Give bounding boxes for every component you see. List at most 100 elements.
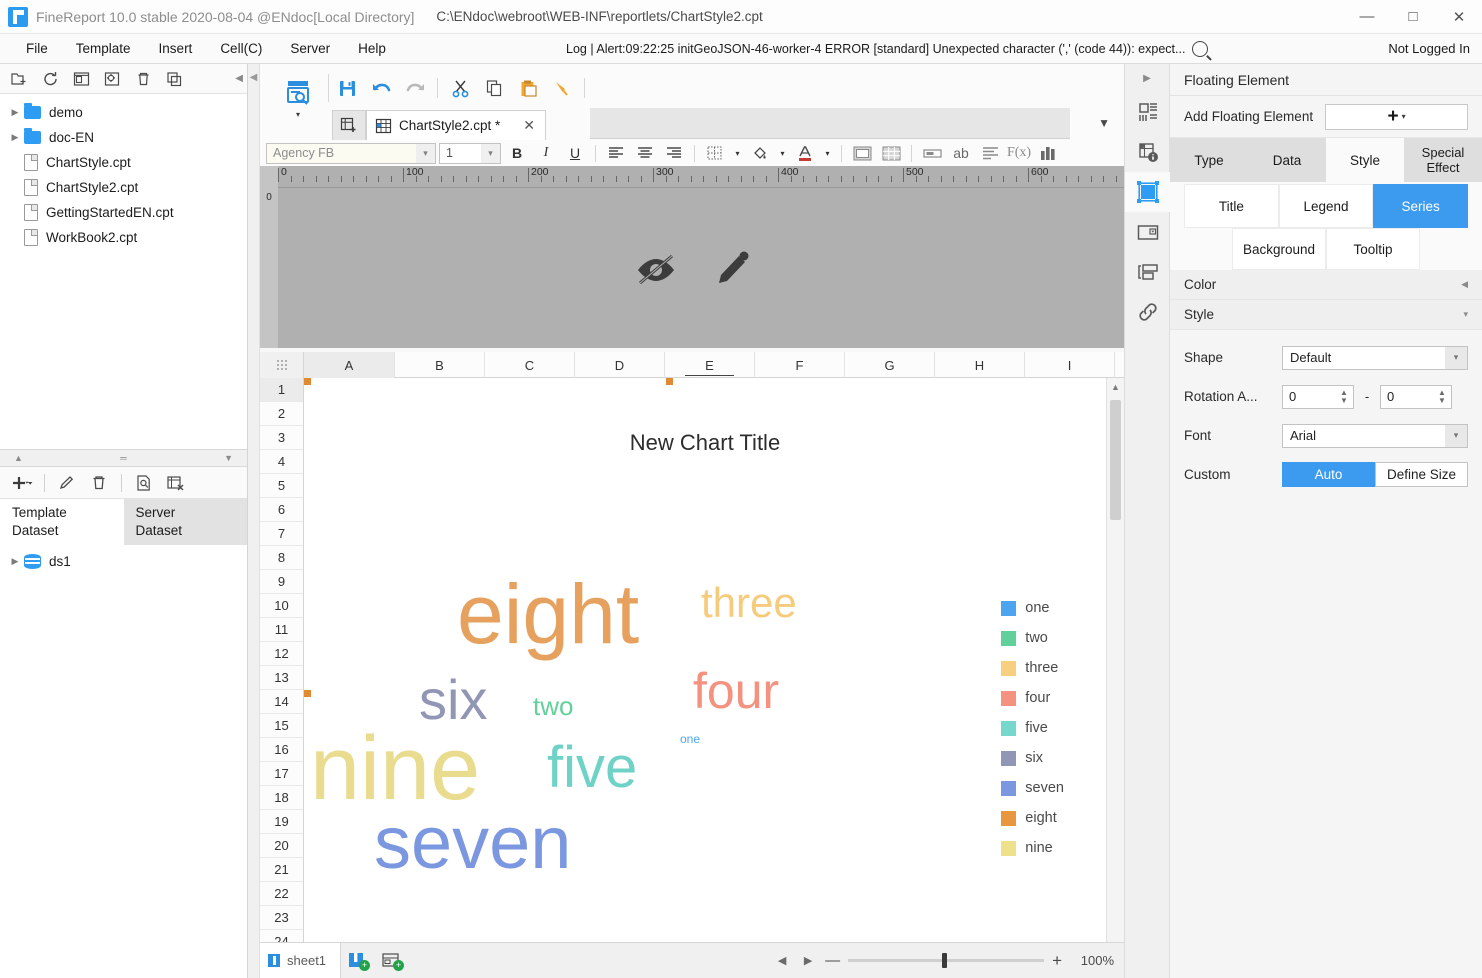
add-sheet-icon[interactable]: +	[341, 943, 375, 978]
tab-type[interactable]: Type	[1170, 138, 1248, 182]
row-header-22[interactable]: 22	[260, 882, 303, 906]
report-icon[interactable]	[68, 67, 94, 91]
delete-icon[interactable]	[85, 470, 113, 496]
legend-item[interactable]: three	[1001, 653, 1064, 683]
chevron-down-icon[interactable]: ▾	[481, 143, 500, 163]
font-color-icon[interactable]	[792, 142, 818, 164]
preview-icon[interactable]	[130, 470, 158, 496]
legend-item[interactable]: four	[1001, 683, 1064, 713]
row-header-8[interactable]: 8	[260, 546, 303, 570]
tab-server-dataset[interactable]: Server Dataset	[123, 499, 247, 545]
column-header-i[interactable]: I	[1025, 352, 1115, 378]
column-header-g[interactable]: G	[845, 352, 935, 378]
section-style[interactable]: Style ▾	[1170, 300, 1482, 330]
row-header-4[interactable]: 4	[260, 450, 303, 474]
align-left-icon[interactable]	[603, 142, 629, 164]
zoom-out-button[interactable]: —	[825, 952, 840, 969]
row-header-3[interactable]: 3	[260, 426, 303, 450]
tab-template-dataset[interactable]: Template Dataset	[0, 499, 124, 545]
expand-rail-arrow-icon[interactable]: ▶	[1125, 64, 1169, 92]
splitter-up-arrow-icon[interactable]: ▲	[14, 453, 23, 463]
font-select[interactable]: Arial ▾	[1282, 423, 1468, 448]
custom-auto-button[interactable]: Auto	[1282, 462, 1375, 487]
collapse-arrow-icon[interactable]: ▾	[1463, 309, 1468, 320]
chart-canvas[interactable]: New Chart Title eight three four six two one n…	[304, 378, 1106, 974]
tree-item-demo[interactable]: ▶ demo	[0, 100, 247, 125]
column-header-d[interactable]: D	[575, 352, 665, 378]
rotation-from-stepper[interactable]: 0 ▲ ▼	[1282, 384, 1354, 409]
tab-style[interactable]: Style	[1326, 138, 1404, 182]
collapse-left-panel-button[interactable]: ◀	[235, 73, 243, 84]
row-header-18[interactable]: 18	[260, 786, 303, 810]
zoom-slider-thumb[interactable]	[942, 953, 948, 968]
edit-icon[interactable]	[53, 470, 81, 496]
underline-button[interactable]: U	[562, 142, 588, 164]
row-header-19[interactable]: 19	[260, 810, 303, 834]
refresh-icon[interactable]	[37, 67, 63, 91]
merge-cells-icon[interactable]	[849, 142, 875, 164]
paste-icon[interactable]	[513, 73, 543, 103]
menu-server[interactable]: Server	[276, 34, 344, 63]
script-icon[interactable]	[162, 470, 190, 496]
login-status[interactable]: Not Logged In	[1388, 34, 1470, 63]
preview-icon[interactable]: ▾	[272, 70, 324, 126]
add-sheet-icon[interactable]	[332, 110, 366, 140]
chart-icon[interactable]	[1035, 142, 1061, 164]
paragraph-icon[interactable]	[977, 142, 1003, 164]
row-header-6[interactable]: 6	[260, 498, 303, 522]
tree-item-doc-en[interactable]: ▶ doc-EN	[0, 125, 247, 150]
sheet-tab-sheet1[interactable]: sheet1	[260, 943, 342, 978]
tree-item-gettingstarteden[interactable]: GettingStartedEN.cpt	[0, 200, 247, 225]
tab-title[interactable]: Title	[1184, 184, 1279, 228]
rotation-to-stepper[interactable]: 0 ▲ ▼	[1380, 384, 1452, 409]
legend-item[interactable]: eight	[1001, 803, 1064, 833]
bold-button[interactable]: B	[504, 142, 530, 164]
panel-splitter[interactable]: ▲ ═ ▼	[0, 449, 247, 467]
wordcloud-word[interactable]: one	[680, 733, 700, 745]
wordcloud-word[interactable]: eight	[457, 572, 639, 656]
align-center-icon[interactable]	[632, 142, 658, 164]
copy-icon[interactable]	[479, 73, 509, 103]
vertical-scroll-thumb[interactable]	[1110, 400, 1121, 520]
new-folder-icon[interactable]	[6, 67, 32, 91]
legend-item[interactable]: five	[1001, 713, 1064, 743]
chevron-down-icon[interactable]: ▼	[1098, 116, 1110, 130]
minimize-button[interactable]: —	[1344, 0, 1390, 33]
row-header-5[interactable]: 5	[260, 474, 303, 498]
legend-item[interactable]: six	[1001, 743, 1064, 773]
menu-help[interactable]: Help	[344, 34, 400, 63]
row-header-15[interactable]: 15	[260, 714, 303, 738]
legend-item[interactable]: two	[1001, 623, 1064, 653]
wordcloud-word[interactable]: three	[701, 582, 797, 624]
row-header-13[interactable]: 13	[260, 666, 303, 690]
redo-icon[interactable]	[400, 73, 430, 103]
tab-tooltip[interactable]: Tooltip	[1326, 228, 1420, 270]
zoom-slider[interactable]	[848, 953, 1045, 968]
dataset-item-ds1[interactable]: ▶ ds1	[0, 549, 247, 574]
wordcloud-word[interactable]: seven	[374, 806, 571, 880]
close-button[interactable]: ✕	[1436, 0, 1482, 33]
row-header-23[interactable]: 23	[260, 906, 303, 930]
text-format-button[interactable]: ab	[948, 142, 974, 164]
expand-arrow-icon[interactable]: ▶	[6, 556, 24, 567]
column-header-h[interactable]: H	[935, 352, 1025, 378]
expand-arrow-icon[interactable]: ▶	[6, 107, 24, 118]
prev-sheet-arrow-icon[interactable]: ◀	[773, 954, 791, 967]
row-header-21[interactable]: 21	[260, 858, 303, 882]
settings-icon[interactable]	[99, 67, 125, 91]
stepper-arrows-icon[interactable]: ▲ ▼	[1337, 387, 1351, 407]
legend-item[interactable]: seven	[1001, 773, 1064, 803]
widget-setting-icon[interactable]	[1125, 212, 1171, 252]
row-header-17[interactable]: 17	[260, 762, 303, 786]
tree-item-workbook2[interactable]: WorkBook2.cpt	[0, 225, 247, 250]
column-header-e[interactable]: E	[665, 352, 755, 378]
search-icon[interactable]	[1192, 40, 1209, 57]
chevron-down-icon[interactable]: ▾	[1445, 424, 1467, 447]
zoom-in-button[interactable]: +	[1052, 951, 1062, 971]
main-left-splitter[interactable]: ◀	[248, 64, 260, 978]
tab-special-effect[interactable]: Special Effect	[1404, 138, 1482, 182]
column-header-a[interactable]: A	[304, 352, 395, 378]
cut-icon[interactable]	[445, 73, 475, 103]
tree-item-chartstyle[interactable]: ChartStyle.cpt	[0, 150, 247, 175]
menu-cell[interactable]: Cell(C)	[206, 34, 276, 63]
